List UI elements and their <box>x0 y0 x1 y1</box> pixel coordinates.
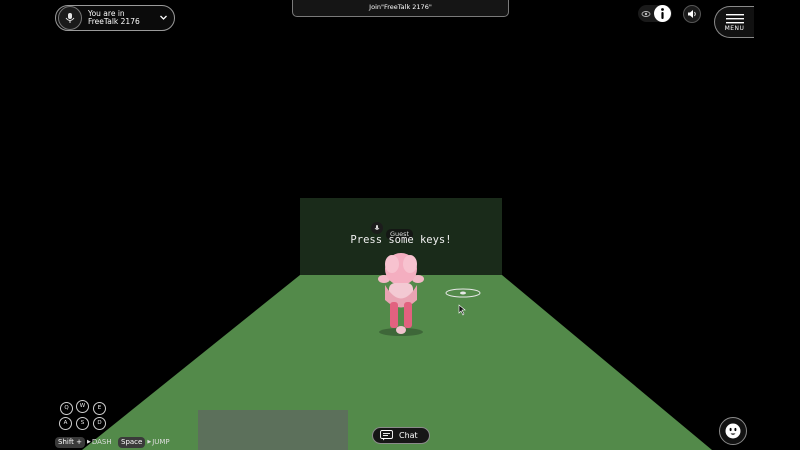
menu-button[interactable]: MENU <box>714 6 754 38</box>
room-name: FreeTalk 2176 <box>88 17 140 26</box>
key-a: A <box>59 417 72 430</box>
mic-person-icon <box>58 6 82 30</box>
key-w: W <box>76 400 89 413</box>
key-e: E <box>93 402 106 415</box>
dash-key: Shift + <box>55 437 86 448</box>
chat-button[interactable]: Chat <box>372 427 430 444</box>
press-keys-text: Press some keys! <box>350 234 452 246</box>
jump-key: Space <box>118 437 146 448</box>
game-scene[interactable] <box>0 0 800 450</box>
join-room-banner[interactable]: Join"FreeTalk 2176" <box>292 0 509 17</box>
key-q: Q <box>60 402 73 415</box>
jump-hint: Space ▶ JUMP <box>118 437 170 448</box>
menu-label: MENU <box>724 25 745 32</box>
hamburger-icon <box>726 14 744 24</box>
play-arrow-icon: ▶ <box>87 439 91 445</box>
floor-block <box>198 410 348 450</box>
key-s: S <box>76 417 89 430</box>
chat-bubble-icon <box>380 430 393 441</box>
chat-label: Chat <box>399 431 418 440</box>
speaker-icon[interactable] <box>683 5 701 23</box>
dash-hint: Shift + ▶ DASH <box>55 437 112 448</box>
chevron-down-icon <box>160 15 167 20</box>
dash-action: DASH <box>91 438 112 446</box>
eye-icon[interactable] <box>640 8 651 19</box>
player-mic-icon <box>371 222 383 234</box>
play-arrow-icon: ▶ <box>147 439 152 445</box>
smiley-icon <box>725 423 741 439</box>
info-icon[interactable] <box>654 5 671 22</box>
room-selector[interactable]: You are in FreeTalk 2176 <box>55 5 175 31</box>
emote-button[interactable] <box>719 417 747 445</box>
key-d: D <box>93 417 106 430</box>
jump-action: JUMP <box>152 438 170 446</box>
